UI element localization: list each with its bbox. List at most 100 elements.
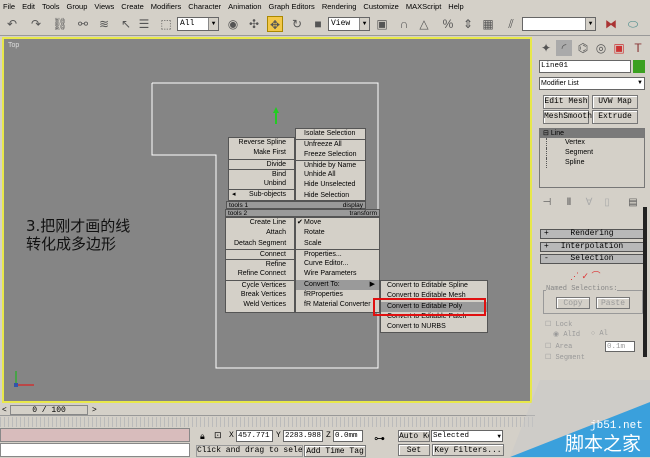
menu-item-sub-objects[interactable]: ◂ Sub-objects: [229, 189, 294, 199]
x-coordinate-field[interactable]: 457.771: [236, 430, 273, 442]
menu-item-fr-material-converter[interactable]: fR Material Converter: [296, 300, 379, 310]
configure-modifier-sets-icon[interactable]: ▤: [625, 195, 641, 211]
menu-animation[interactable]: Animation: [228, 2, 261, 11]
modifier-list-dropdown[interactable]: Modifier List ▼: [539, 77, 645, 90]
menu-group[interactable]: Group: [67, 2, 88, 11]
menu-item-curve-editor[interactable]: Curve Editor...: [296, 259, 379, 269]
lock-selection-icon[interactable]: 🔒︎: [200, 431, 205, 442]
meshsmooth-button[interactable]: MeshSmooth: [543, 110, 592, 124]
maxscript-listener-white[interactable]: [0, 443, 190, 457]
set-key-button[interactable]: Set Key: [398, 444, 430, 456]
paste-button[interactable]: Paste: [596, 297, 630, 309]
menu-item-convert-editable-spline[interactable]: Convert to Editable Spline: [381, 281, 487, 291]
motion-tab-icon[interactable]: ◎: [593, 40, 609, 56]
next-frame-icon[interactable]: >: [92, 405, 97, 414]
spinner-snap-icon[interactable]: ⇕: [460, 16, 476, 32]
stack-item-segment[interactable]: Segment: [546, 148, 644, 158]
menu-graph-editors[interactable]: Graph Editors: [269, 2, 315, 11]
time-slider-track[interactable]: < 0 / 100 >: [0, 404, 535, 416]
maxscript-listener-pink[interactable]: [0, 428, 190, 442]
show-end-result-icon[interactable]: Ⅱ: [561, 195, 577, 211]
z-coordinate-field[interactable]: 0.0mm: [333, 430, 363, 442]
menu-character[interactable]: Character: [188, 2, 221, 11]
menu-item-freeze-selection[interactable]: Freeze Selection: [296, 150, 365, 160]
select-by-name-icon[interactable]: ☰: [136, 16, 152, 32]
menu-modifiers[interactable]: Modifiers: [151, 2, 181, 11]
menu-item-refine-connect[interactable]: Refine Connect: [226, 269, 294, 279]
menu-item-hide-selection[interactable]: Hide Selection: [296, 191, 365, 201]
menu-item-move[interactable]: ✔ Move: [296, 218, 379, 228]
menu-item-break-vertices[interactable]: Break Vertices: [226, 290, 294, 300]
menu-item-divide[interactable]: Divide: [229, 158, 294, 169]
menu-item-properties[interactable]: Properties...: [296, 248, 379, 259]
make-unique-icon[interactable]: ∀: [581, 195, 597, 211]
select-and-move-icon[interactable]: ✥: [267, 16, 283, 32]
menu-item-attach[interactable]: Attach: [226, 228, 294, 238]
menu-item-hide-unselected[interactable]: Hide Unselected: [296, 180, 365, 190]
align-icon[interactable]: ⬭: [625, 16, 641, 32]
select-and-link-icon[interactable]: ⛓: [52, 16, 68, 32]
menu-item-detach-segment[interactable]: Detach Segment: [226, 239, 294, 249]
pin-stack-icon[interactable]: ⊣: [539, 195, 555, 211]
menu-file[interactable]: File: [3, 2, 15, 11]
area-checkbox[interactable]: ☐ Area: [545, 342, 572, 351]
menu-help[interactable]: Help: [448, 2, 463, 11]
stack-item-spline[interactable]: Spline: [546, 158, 644, 168]
track-bar[interactable]: [0, 417, 535, 427]
menu-item-convert-to[interactable]: Convert To: ▶: [296, 279, 379, 291]
uvw-map-button[interactable]: UVW Map: [592, 95, 638, 109]
al-radio[interactable]: ○ Al: [591, 330, 608, 338]
rollout-selection[interactable]: - Selection: [540, 254, 644, 264]
add-time-tag-button[interactable]: Add Time Tag: [304, 445, 366, 457]
key-mode-dropdown[interactable]: Selected ▼: [431, 430, 503, 442]
display-tab-icon[interactable]: ▣: [611, 40, 627, 56]
y-coordinate-field[interactable]: 2283.988: [283, 430, 323, 442]
key-icon[interactable]: ⊶: [374, 432, 385, 445]
snap-3d-icon[interactable]: ∩: [396, 16, 412, 32]
extrude-button[interactable]: Extrude: [592, 110, 638, 124]
menu-item-unbind[interactable]: Unbind: [229, 179, 294, 189]
window-crossing-icon[interactable]: ◉: [225, 16, 241, 32]
angle-snap-icon[interactable]: △: [416, 16, 432, 32]
menu-item-wire-parameters[interactable]: Wire Parameters: [296, 269, 379, 279]
named-selection-dropdown[interactable]: ▼: [522, 17, 596, 31]
menu-maxscript[interactable]: MAXScript: [406, 2, 441, 11]
menu-rendering[interactable]: Rendering: [322, 2, 357, 11]
key-filters-button[interactable]: Key Filters...: [432, 444, 504, 456]
alid-radio[interactable]: ◉ AlId: [553, 330, 580, 339]
create-tab-icon[interactable]: ✦: [538, 40, 554, 56]
panel-scrollbar[interactable]: [643, 207, 647, 357]
rollout-interpolation[interactable]: + Interpolation: [540, 242, 644, 252]
menu-customize[interactable]: Customize: [363, 2, 398, 11]
select-move-icon-small[interactable]: ✣: [246, 16, 262, 32]
select-and-scale-icon[interactable]: ■: [310, 16, 326, 32]
menu-item-make-first[interactable]: Make First: [229, 148, 294, 158]
select-object-icon[interactable]: ↖: [118, 16, 134, 32]
menu-item-create-line[interactable]: Create Line: [226, 218, 294, 228]
menu-item-connect[interactable]: Connect: [226, 248, 294, 259]
area-spinner[interactable]: 0.1m: [605, 341, 635, 352]
percent-snap-icon[interactable]: %: [440, 16, 456, 32]
reference-coordinate-dropdown[interactable]: View ▼: [328, 17, 370, 31]
menu-item-frproperties[interactable]: fRProperties: [296, 290, 379, 300]
select-and-rotate-icon[interactable]: ↻: [289, 16, 305, 32]
menu-item-rotate[interactable]: Rotate: [296, 228, 379, 238]
menu-views[interactable]: Views: [94, 2, 114, 11]
modify-tab-icon[interactable]: ◜: [556, 40, 572, 56]
bind-space-warp-icon[interactable]: ≋: [96, 16, 112, 32]
menu-item-scale[interactable]: Scale: [296, 239, 379, 249]
rollout-rendering[interactable]: + Rendering: [540, 229, 644, 239]
stack-item-vertex[interactable]: Vertex: [546, 138, 644, 148]
menu-item-unhide-by-name[interactable]: Unhide by Name: [296, 159, 365, 170]
menu-item-reverse-spline[interactable]: Reverse Spline: [229, 138, 294, 148]
mirror-icon[interactable]: ⫽: [503, 16, 519, 32]
segment-checkbox[interactable]: ☐ Segment: [545, 353, 585, 362]
mirror-tool-icon[interactable]: ⧓: [603, 16, 619, 32]
stack-item-line[interactable]: ⊟ Line: [540, 129, 644, 138]
edit-named-selections-icon[interactable]: ▦: [480, 16, 496, 32]
pivot-center-icon[interactable]: ▣: [374, 16, 390, 32]
menu-item-isolate-selection[interactable]: Isolate Selection: [296, 129, 365, 139]
subobject-level-icons[interactable]: ⋰ ✓ ⌒: [570, 269, 601, 282]
edit-mesh-button[interactable]: Edit Mesh: [543, 95, 589, 109]
menu-tools[interactable]: Tools: [42, 2, 60, 11]
